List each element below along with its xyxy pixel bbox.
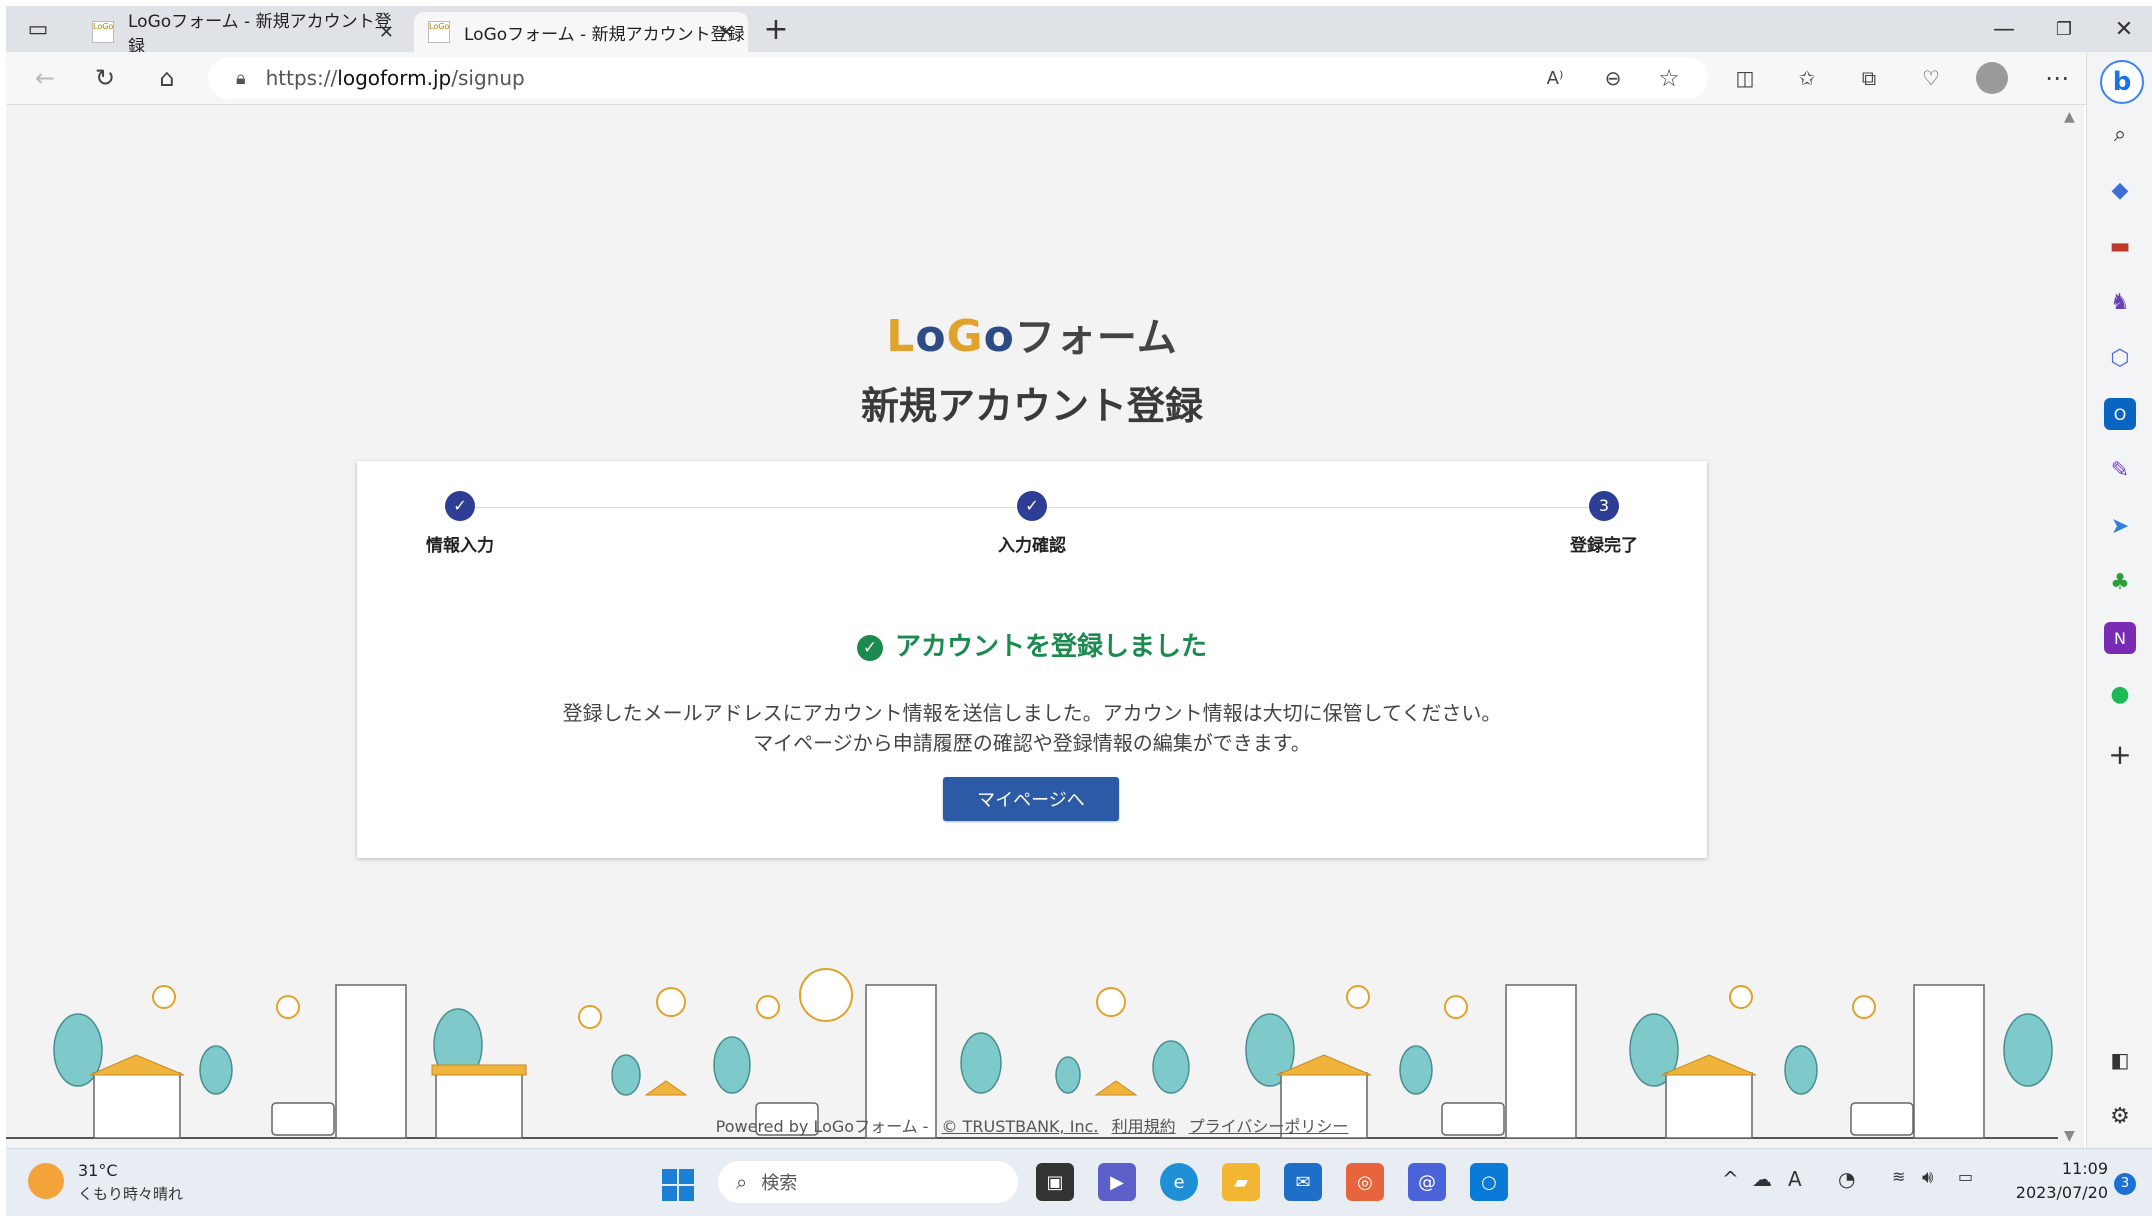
tab-title: LoGoフォーム - 新規アカウント登録	[464, 24, 745, 45]
more-menu-icon[interactable]: ⋯	[2038, 60, 2076, 96]
step-number: 3	[1589, 491, 1619, 521]
settings-gear-icon[interactable]: ⚙	[2104, 1100, 2136, 1132]
new-tab-icon[interactable]: +	[746, 6, 806, 52]
weather-temperature[interactable]: 31°C	[78, 1161, 118, 1180]
tab-close-icon[interactable]: ✕	[719, 22, 734, 43]
step-info-input: ✓ 情報入力	[390, 491, 530, 556]
home-icon[interactable]: ⌂	[148, 60, 186, 96]
step-complete: 3 登録完了	[1534, 491, 1674, 556]
address-bar[interactable]: 🔒︎ https://logoform.jp/signup	[208, 57, 1708, 99]
tab-actions-icon[interactable]: ▭	[8, 6, 68, 52]
favorites-icon[interactable]: ✩	[1788, 60, 1826, 96]
profile-avatar[interactable]	[1976, 62, 2008, 94]
notification-badge[interactable]: 3	[2114, 1173, 2136, 1195]
show-hidden-icons-icon[interactable]: ^	[1722, 1167, 1739, 1191]
message-line-1: 登録したメールアドレスにアカウント情報を送信しました。アカウント情報は大切に保管…	[562, 701, 1502, 725]
scroll-up-icon[interactable]: ▲	[2064, 109, 2075, 125]
search-icon: ⌕	[736, 1170, 748, 1194]
edge-sidebar: b ⌕ ◆ ▬ ♞ ⬡ O ✎ ➤ ♣ N ● + ◧ ⚙	[2086, 52, 2152, 1148]
minimize-icon[interactable]: —	[1974, 6, 2034, 52]
browser-essentials-icon[interactable]: ♡	[1912, 60, 1950, 96]
page-title: 新規アカウント登録	[860, 384, 1203, 428]
close-window-icon[interactable]: ✕	[2094, 6, 2152, 52]
battery-icon[interactable]: ▭	[1958, 1167, 1973, 1186]
clock-time: 11:09	[2061, 1159, 2108, 1178]
signup-complete-card: ✓ 情報入力 ✓ 入力確認 3 登録完了 ✓ アカウントを登録しました 登録したメ…	[357, 461, 1707, 858]
trustbank-link[interactable]: © TRUSTBANK, Inc.	[942, 1117, 1099, 1136]
app-icon-orange[interactable]: ◎	[1346, 1163, 1384, 1201]
edge-icon[interactable]: e	[1160, 1163, 1198, 1201]
success-check-icon: ✓	[856, 635, 883, 661]
windows-start-icon[interactable]	[662, 1169, 694, 1201]
step-check-icon: ✓	[1017, 491, 1047, 521]
bing-chat-icon[interactable]: b	[2100, 60, 2144, 104]
app-icon-cortana[interactable]: ○	[1470, 1163, 1508, 1201]
restore-icon[interactable]: ❐	[2034, 6, 2094, 52]
tab-strip: ▭ LoGo LoGoフォーム - 新規アカウント登録 ✕ LoGo LoGoフ…	[6, 6, 2152, 57]
logoform-favicon-icon: LoGo	[92, 21, 114, 43]
taskbar-search[interactable]: ⌕ 検索	[718, 1161, 1018, 1203]
weather-description[interactable]: くもり時々晴れ	[78, 1183, 183, 1204]
mail-icon[interactable]: ✉	[1284, 1163, 1322, 1201]
browser-tab-1[interactable]: LoGo LoGoフォーム - 新規アカウント登録 ✕	[78, 12, 408, 57]
tools-briefcase-icon[interactable]: ▬	[2104, 230, 2136, 262]
success-heading: ✓ アカウントを登録しました	[357, 626, 1707, 663]
onenote-icon[interactable]: N	[2104, 622, 2136, 654]
microsoft365-icon[interactable]: ⬡	[2104, 342, 2136, 374]
scroll-down-icon[interactable]: ▼	[2064, 1128, 2075, 1144]
add-sidebar-icon[interactable]: +	[2104, 738, 2136, 771]
url-text: https://logoform.jp/signup	[265, 66, 525, 90]
logoform-favicon-icon: LoGo	[428, 21, 450, 43]
hide-sidebar-icon[interactable]: ◧	[2104, 1044, 2136, 1076]
ime-icon[interactable]: A	[1788, 1167, 1802, 1191]
search-icon[interactable]: ⌕	[2104, 118, 2136, 150]
privacy-policy-link[interactable]: プライバシーポリシー	[1189, 1117, 1349, 1136]
teams-chat-icon[interactable]: ▶	[1098, 1163, 1136, 1201]
taskbar-clock[interactable]: 11:09 2023/07/20	[1996, 1157, 2108, 1205]
browser-tab-2[interactable]: LoGo LoGoフォーム - 新規アカウント登録 ✕	[414, 12, 748, 52]
games-icon[interactable]: ♞	[2104, 286, 2136, 318]
taskbar-search-placeholder: 検索	[761, 1173, 798, 1194]
windows-taskbar: 31°C くもり時々晴れ ⌕ 検索 ▣ ▶ e ▰ ✉ ◎ @ ○ ^ ☁ A …	[6, 1148, 2152, 1216]
shopping-tag-icon[interactable]: ◆	[2104, 174, 2136, 206]
lock-icon[interactable]: 🔒︎	[236, 68, 246, 89]
powered-by-text: Powered by LoGoフォーム -	[715, 1117, 929, 1136]
split-screen-icon[interactable]: ◫	[1726, 60, 1764, 96]
step-confirm: ✓ 入力確認	[962, 491, 1102, 556]
read-aloud-icon[interactable]: A⁾	[1536, 60, 1574, 96]
app-icon-at[interactable]: @	[1408, 1163, 1446, 1201]
file-explorer-icon[interactable]: ▰	[1222, 1163, 1260, 1201]
collections-icon[interactable]: ⧉	[1850, 60, 1888, 96]
weather-icon[interactable]	[28, 1163, 64, 1199]
tree-icon[interactable]: ♣	[2104, 566, 2136, 598]
page-footer: Powered by LoGoフォーム - © TRUSTBANK, Inc. …	[6, 1113, 2058, 1137]
designer-icon[interactable]: ✎	[2104, 454, 2136, 486]
back-icon[interactable]: ←	[26, 60, 64, 96]
tab-close-icon[interactable]: ✕	[379, 22, 394, 43]
refresh-icon[interactable]: ↻	[86, 60, 124, 96]
volume-icon[interactable]: 🔊︎	[1922, 1167, 1933, 1188]
clock-date: 2023/07/20	[2015, 1183, 2108, 1202]
wifi-icon[interactable]: ≋	[1892, 1167, 1905, 1186]
send-icon[interactable]: ➤	[2104, 510, 2136, 542]
page-scrollbar[interactable]: ▲ ▼	[2058, 105, 2084, 1148]
tab-title: LoGoフォーム - 新規アカウント登録	[128, 12, 392, 57]
step-check-icon: ✓	[445, 491, 475, 521]
outlook-icon[interactable]: O	[2104, 398, 2136, 430]
zoom-out-icon[interactable]: ⊖	[1594, 60, 1632, 96]
terms-link[interactable]: 利用規約	[1112, 1117, 1176, 1136]
clock-app-icon[interactable]: ◔	[1838, 1167, 1855, 1191]
task-view-icon[interactable]: ▣	[1036, 1163, 1074, 1201]
browser-toolbar: ← ↻ ⌂ 🔒︎ https://logoform.jp/signup A⁾ ⊖…	[6, 52, 2152, 105]
onedrive-icon[interactable]: ☁	[1752, 1167, 1772, 1191]
favorite-star-icon[interactable]: ☆	[1650, 60, 1688, 96]
page-viewport: LoGoフォーム 新規アカウント登録 ✓ 情報入力 ✓ 入力確認 3 登録完了 …	[6, 105, 2058, 1148]
message-line-2: マイページから申請履歴の確認や登録情報の編集ができます。	[753, 731, 1311, 755]
mypage-button[interactable]: マイページへ	[943, 777, 1119, 821]
spotify-icon[interactable]: ●	[2104, 678, 2136, 710]
logoform-logo: LoGoフォーム	[886, 311, 1178, 362]
